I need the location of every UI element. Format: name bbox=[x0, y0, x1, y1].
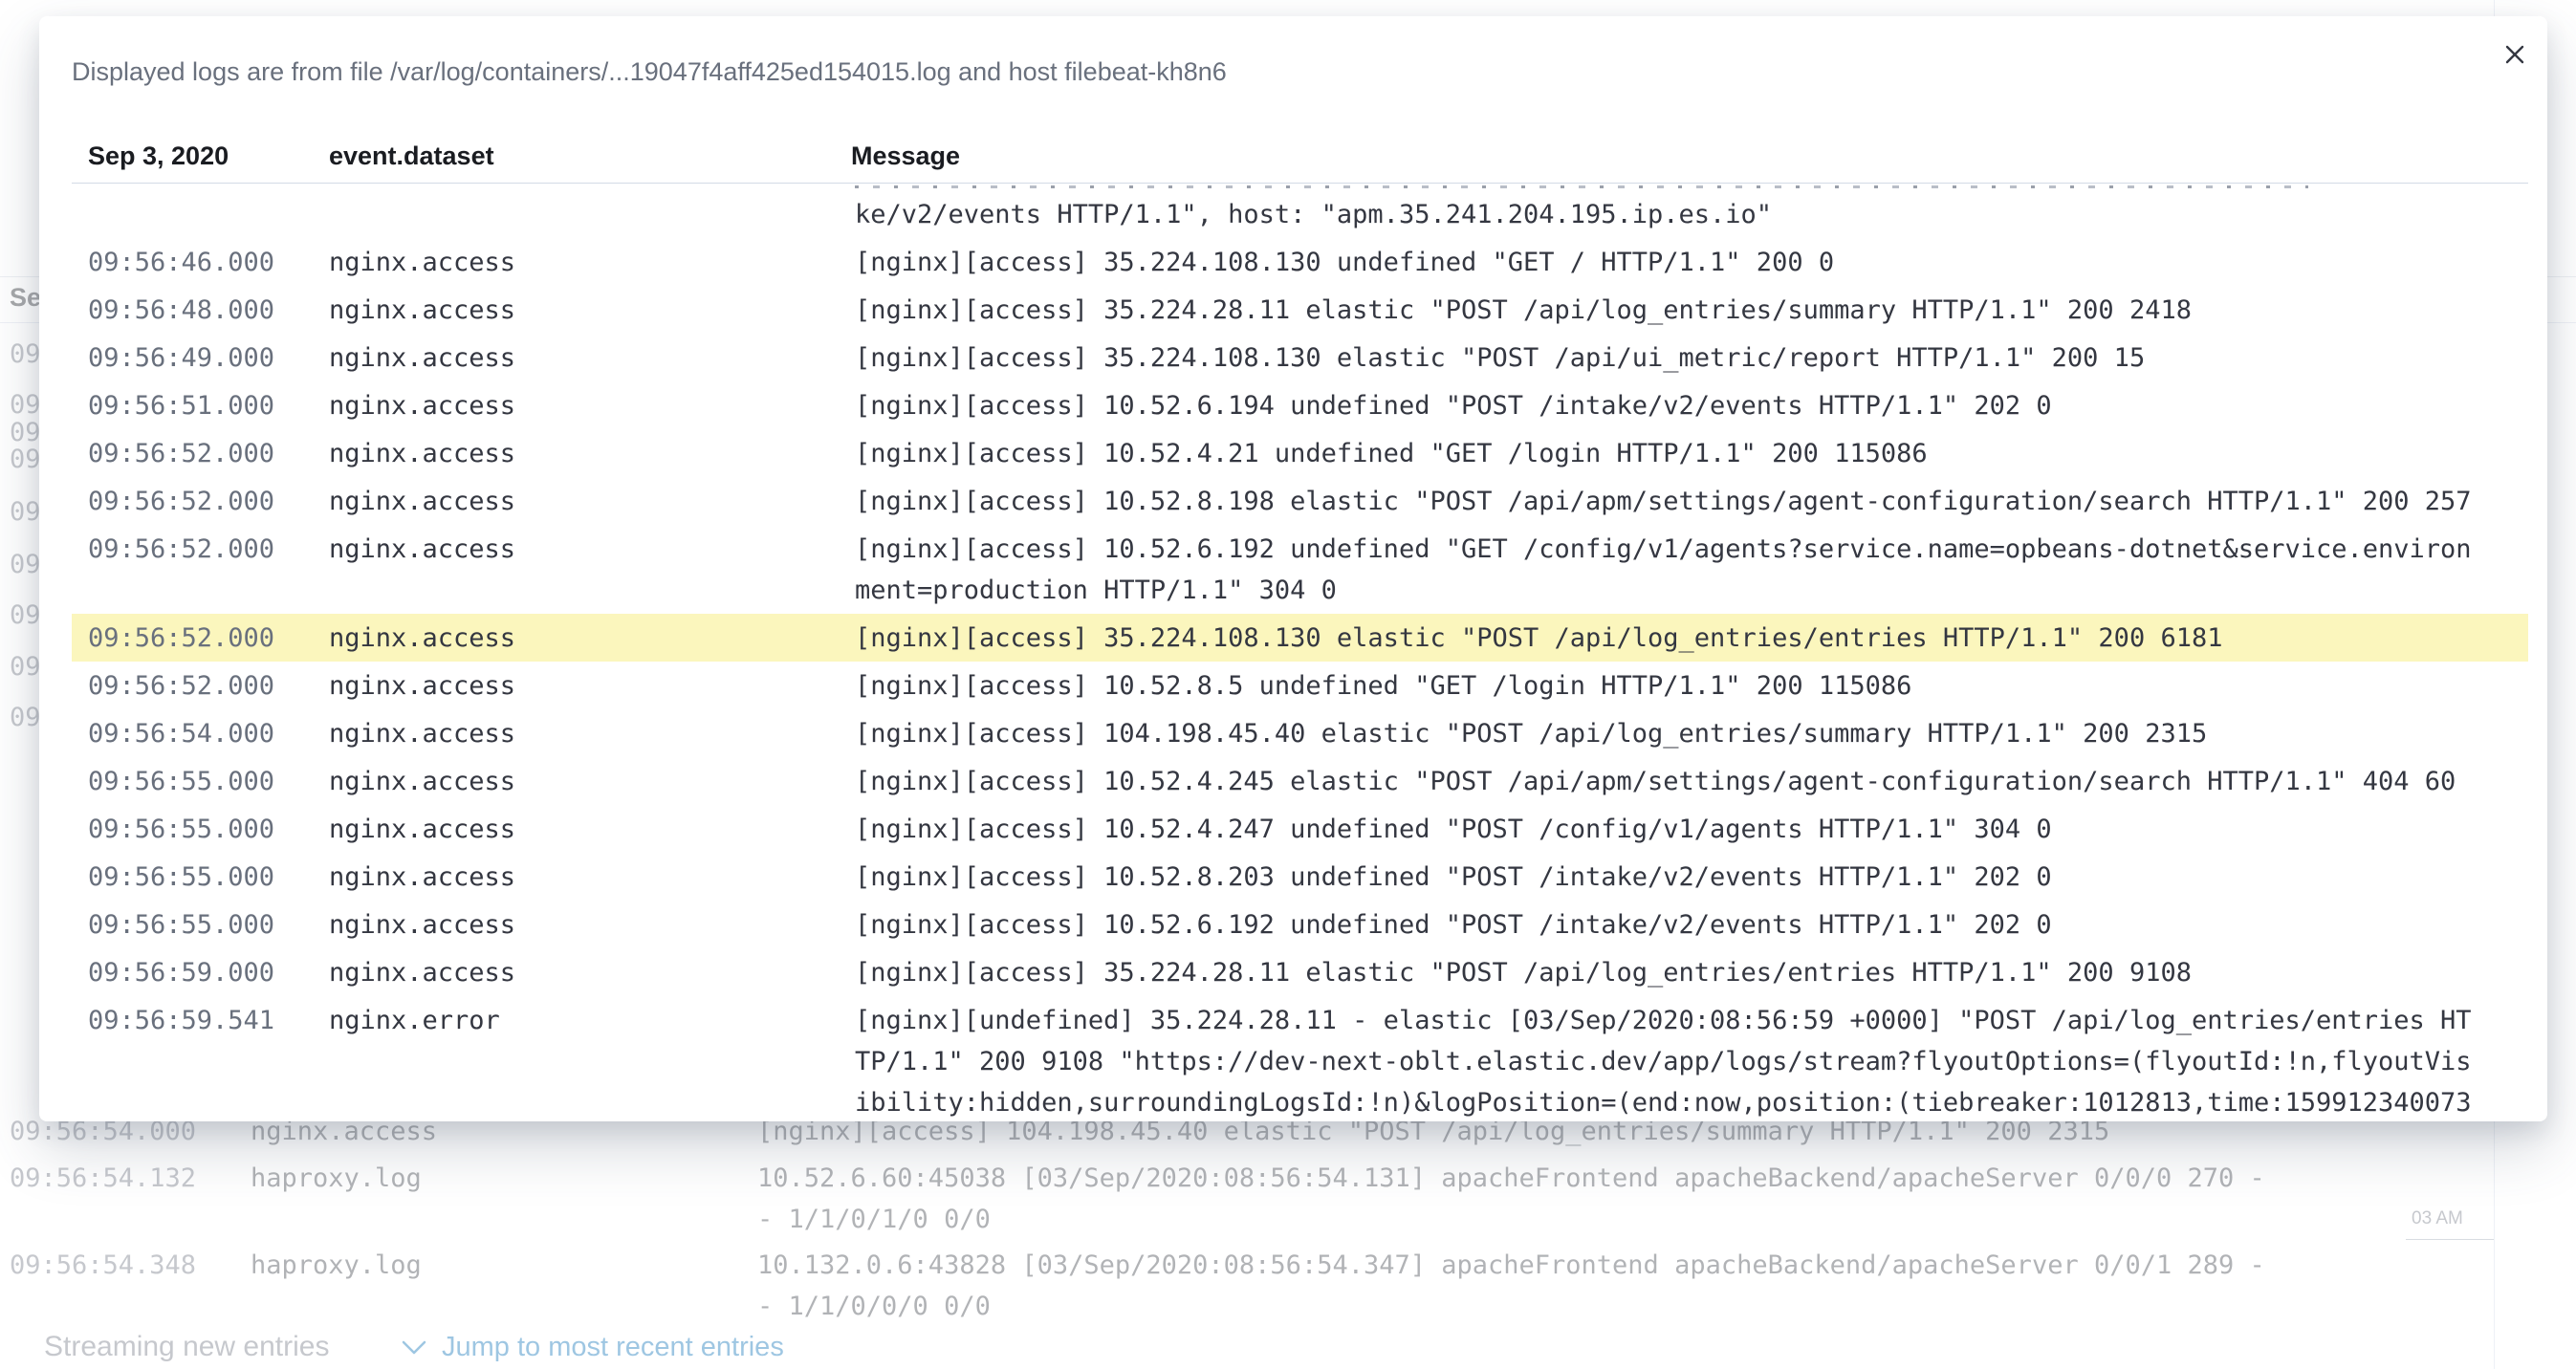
modal-title: Displayed logs are from file /var/log/co… bbox=[72, 16, 2528, 88]
modal-body: Displayed logs are from file /var/log/co… bbox=[39, 16, 2547, 1121]
log-row-message: [nginx][access] 35.224.108.130 undefined… bbox=[855, 242, 2480, 283]
log-row-timestamp: 09:56:52.000 bbox=[88, 529, 274, 570]
log-row-timestamp: 09:56:55.000 bbox=[88, 857, 274, 898]
log-row-dataset: nginx.access bbox=[329, 290, 515, 331]
log-row-timestamp: 09:56:48.000 bbox=[88, 290, 274, 331]
log-table-row[interactable]: 09:56:51.000 nginx.access [nginx][access… bbox=[72, 381, 2528, 429]
clipped-log-line-sliver bbox=[72, 184, 2528, 190]
log-row-message: [nginx][access] 35.224.28.11 elastic "PO… bbox=[855, 952, 2480, 993]
log-row-message: [nginx][access] 104.198.45.40 elastic "P… bbox=[855, 713, 2480, 754]
log-row-dataset: nginx.access bbox=[329, 481, 515, 522]
log-row-dataset: nginx.access bbox=[329, 433, 515, 474]
log-row-timestamp: 09:56:52.000 bbox=[88, 665, 274, 706]
log-row-dataset: nginx.error bbox=[329, 1000, 500, 1041]
log-row-timestamp: 09:56:49.000 bbox=[88, 337, 274, 379]
log-row-message: [nginx][access] 10.52.4.247 undefined "P… bbox=[855, 809, 2480, 850]
log-row-timestamp: 09:56:59.000 bbox=[88, 952, 274, 993]
log-row-dataset: nginx.access bbox=[329, 618, 515, 659]
log-table-row[interactable]: 09:56:49.000 nginx.access [nginx][access… bbox=[72, 334, 2528, 381]
log-row-message: [nginx][access] 35.224.28.11 elastic "PO… bbox=[855, 290, 2480, 331]
close-icon[interactable] bbox=[2498, 37, 2532, 72]
log-table-header: Sep 3, 2020 event.dataset Message bbox=[72, 130, 2528, 184]
log-row-message: [nginx][access] 10.52.6.192 undefined "G… bbox=[855, 529, 2480, 611]
log-row-dataset: nginx.access bbox=[329, 857, 515, 898]
log-table-row[interactable]: 09:56:55.000 nginx.access [nginx][access… bbox=[72, 901, 2528, 948]
column-header-dataset: event.dataset bbox=[329, 130, 494, 183]
log-row-message: [nginx][access] 10.52.8.198 elastic "POS… bbox=[855, 481, 2480, 522]
log-row-timestamp: 09:56:52.000 bbox=[88, 618, 274, 659]
column-header-date: Sep 3, 2020 bbox=[88, 130, 229, 183]
log-row-dataset: nginx.access bbox=[329, 242, 515, 283]
log-row-message: [nginx][access] 35.224.108.130 elastic "… bbox=[855, 337, 2480, 379]
log-row-message: ke/v2/events HTTP/1.1", host: "apm.35.24… bbox=[855, 194, 2480, 235]
log-row-message: [nginx][access] 35.224.108.130 elastic "… bbox=[855, 618, 2480, 659]
log-row-dataset: nginx.access bbox=[329, 809, 515, 850]
log-row-message: [nginx][access] 10.52.8.5 undefined "GET… bbox=[855, 665, 2480, 706]
log-row-timestamp: 09:56:59.541 bbox=[88, 1000, 274, 1041]
log-row-message: [nginx][access] 10.52.4.21 undefined "GE… bbox=[855, 433, 2480, 474]
log-table-row[interactable]: 09:56:52.000 nginx.access [nginx][access… bbox=[72, 477, 2528, 525]
log-table-row[interactable]: 09:56:55.000 nginx.access [nginx][access… bbox=[72, 757, 2528, 805]
log-rows-container: ke/v2/events HTTP/1.1", host: "apm.35.24… bbox=[72, 190, 2528, 1121]
log-row-timestamp: 09:56:55.000 bbox=[88, 761, 274, 802]
clipped-log-line-marks bbox=[855, 185, 2308, 188]
log-row-timestamp: 09:56:52.000 bbox=[88, 433, 274, 474]
log-row-dataset: nginx.access bbox=[329, 337, 515, 379]
log-row-dataset: nginx.access bbox=[329, 529, 515, 570]
logs-stream-screen: Sep 3, 2020 09 09 09 09 09 09 09 09 09 0… bbox=[0, 0, 2576, 1369]
log-entries-list[interactable]: ke/v2/events HTTP/1.1", host: "apm.35.24… bbox=[72, 184, 2528, 1121]
log-row-message: [nginx][access] 10.52.8.203 undefined "P… bbox=[855, 857, 2480, 898]
log-table-row[interactable]: 09:56:48.000 nginx.access [nginx][access… bbox=[72, 286, 2528, 334]
log-row-timestamp: 09:56:55.000 bbox=[88, 809, 274, 850]
log-row-dataset: nginx.access bbox=[329, 904, 515, 945]
log-table-row[interactable]: 09:56:54.000 nginx.access [nginx][access… bbox=[72, 709, 2528, 757]
log-table-row[interactable]: 09:56:46.000 nginx.access [nginx][access… bbox=[72, 238, 2528, 286]
log-row-timestamp: 09:56:51.000 bbox=[88, 385, 274, 426]
log-table-row[interactable]: 09:56:55.000 nginx.access [nginx][access… bbox=[72, 805, 2528, 853]
log-row-message: [nginx][access] 10.52.6.192 undefined "P… bbox=[855, 904, 2480, 945]
log-row-dataset: nginx.access bbox=[329, 761, 515, 802]
log-table-row[interactable]: 09:56:59.000 nginx.access [nginx][access… bbox=[72, 948, 2528, 996]
log-table-row[interactable]: 09:56:52.000 nginx.access [nginx][access… bbox=[72, 614, 2528, 662]
log-row-dataset: nginx.access bbox=[329, 952, 515, 993]
log-row-timestamp: 09:56:46.000 bbox=[88, 242, 274, 283]
log-row-message: [nginx][undefined] 35.224.28.11 - elasti… bbox=[855, 1000, 2480, 1122]
log-table-row[interactable]: 09:56:55.000 nginx.access [nginx][access… bbox=[72, 853, 2528, 901]
log-table-row[interactable]: 09:56:52.000 nginx.access [nginx][access… bbox=[72, 429, 2528, 477]
log-row-message: [nginx][access] 10.52.4.245 elastic "POS… bbox=[855, 761, 2480, 802]
log-row-dataset: nginx.access bbox=[329, 385, 515, 426]
log-table-row[interactable]: ke/v2/events HTTP/1.1", host: "apm.35.24… bbox=[72, 190, 2528, 238]
log-file-modal: Displayed logs are from file /var/log/co… bbox=[39, 16, 2547, 1121]
log-row-timestamp: 09:56:55.000 bbox=[88, 904, 274, 945]
log-table-row[interactable]: 09:56:52.000 nginx.access [nginx][access… bbox=[72, 662, 2528, 709]
log-row-message: [nginx][access] 10.52.6.194 undefined "P… bbox=[855, 385, 2480, 426]
log-row-dataset: nginx.access bbox=[329, 665, 515, 706]
log-row-dataset: nginx.access bbox=[329, 713, 515, 754]
log-table-row[interactable]: 09:56:59.541 nginx.error [nginx][undefin… bbox=[72, 996, 2528, 1121]
log-row-timestamp: 09:56:54.000 bbox=[88, 713, 274, 754]
log-row-timestamp: 09:56:52.000 bbox=[88, 481, 274, 522]
log-table-row[interactable]: 09:56:52.000 nginx.access [nginx][access… bbox=[72, 525, 2528, 614]
column-header-message: Message bbox=[851, 130, 960, 183]
